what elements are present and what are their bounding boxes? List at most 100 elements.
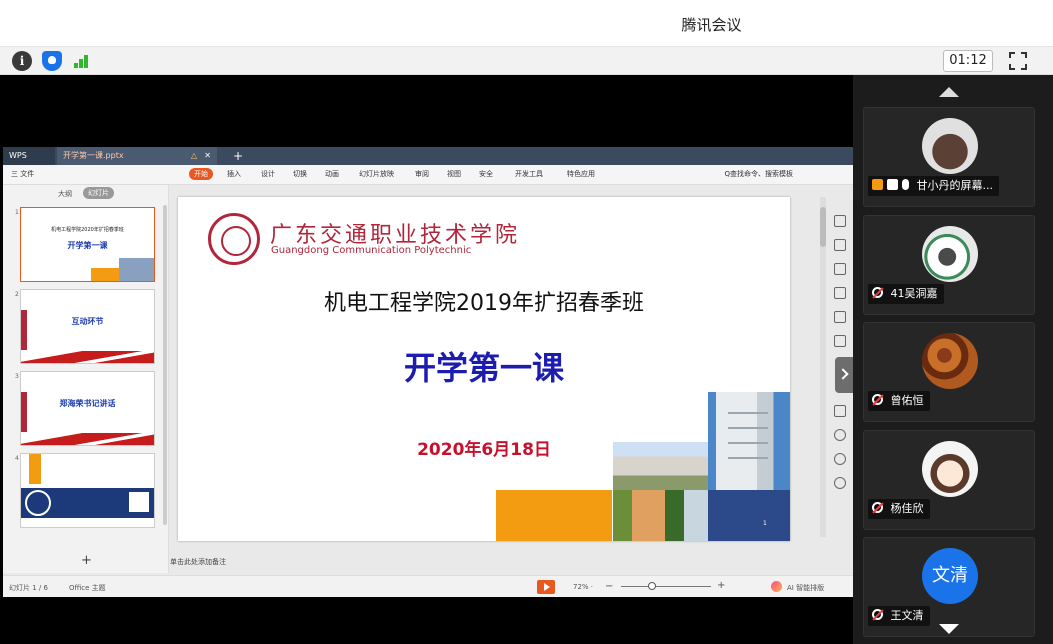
add-slide-button[interactable]: + bbox=[81, 553, 92, 568]
fullscreen-icon[interactable] bbox=[1009, 52, 1027, 70]
info-icon[interactable]: i bbox=[12, 51, 32, 71]
slide-thumb-2[interactable]: 互动环节 bbox=[20, 289, 155, 364]
scroll-down-icon[interactable] bbox=[939, 624, 959, 634]
navy-block bbox=[708, 490, 790, 541]
signal-icon[interactable] bbox=[72, 51, 92, 71]
thumbnail-scrollbar[interactable] bbox=[163, 205, 167, 525]
wps-status-bar: 幻灯片 1 / 6 Office 主题 72% · − + AI 智能排版 bbox=[3, 575, 853, 597]
participant-nametag: 甘小丹的屏幕... bbox=[868, 176, 999, 196]
participant-nametag: 杨佳欣 bbox=[868, 499, 930, 519]
participant-tile[interactable]: 杨佳欣 bbox=[863, 430, 1035, 530]
avatar bbox=[922, 441, 978, 497]
history-icon[interactable] bbox=[834, 453, 846, 465]
meeting-title: 腾讯会议 bbox=[681, 16, 742, 34]
warning-icon: △ bbox=[190, 151, 197, 160]
tab-slides[interactable]: 幻灯片 bbox=[83, 187, 114, 199]
tab-outline[interactable]: 大纲 bbox=[58, 189, 72, 199]
notes-bar[interactable]: 单击此处添加备注 bbox=[170, 557, 820, 573]
mic-muted-icon bbox=[872, 287, 883, 298]
play-slideshow-button[interactable] bbox=[537, 580, 555, 594]
menu-file[interactable]: 三 文件 bbox=[11, 169, 34, 179]
menu-review[interactable]: 审阅 bbox=[415, 169, 429, 179]
participant-tile[interactable]: 甘小丹的屏幕... bbox=[863, 107, 1035, 207]
menu-design[interactable]: 设计 bbox=[261, 169, 275, 179]
shield-icon[interactable] bbox=[42, 51, 62, 71]
close-tab-icon[interactable]: ✕ bbox=[204, 147, 211, 165]
zoom-slider-thumb[interactable] bbox=[648, 582, 656, 590]
ai-layout-button[interactable]: AI 智能排版 bbox=[787, 583, 824, 593]
wps-menu-bar: 三 文件 开始 插入 设计 切换 动画 幻灯片放映 审阅 视图 安全 开发工具 … bbox=[3, 165, 853, 185]
document-tab-label: 开学第一课.pptx bbox=[63, 151, 124, 160]
zoom-out-button[interactable]: − bbox=[605, 581, 613, 592]
zoom-level[interactable]: 72% · bbox=[573, 583, 593, 591]
menu-slideshow[interactable]: 幻灯片放映 bbox=[359, 169, 394, 179]
user-icon bbox=[872, 179, 883, 190]
zoom-slider[interactable] bbox=[621, 586, 711, 587]
command-search[interactable]: Q查找命令、搜索模板 bbox=[724, 169, 793, 179]
slide-title: 开学第一课 bbox=[403, 349, 564, 387]
participant-name: 41吴洞嘉 bbox=[890, 287, 938, 300]
scroll-up-icon[interactable] bbox=[939, 87, 959, 97]
avatar bbox=[922, 118, 978, 174]
menu-home[interactable]: 开始 bbox=[189, 168, 213, 180]
thumb-number: 2 bbox=[15, 291, 19, 298]
layout-icon[interactable] bbox=[834, 287, 846, 299]
participant-tile[interactable]: 41吴洞嘉 bbox=[863, 215, 1035, 315]
collapse-panel-tab[interactable] bbox=[835, 357, 853, 393]
participant-tile[interactable]: 文清 王文清 bbox=[863, 537, 1035, 637]
menu-developer[interactable]: 开发工具 bbox=[515, 169, 543, 179]
participant-name: 杨佳欣 bbox=[890, 502, 924, 515]
meeting-timer: 01:12 bbox=[943, 50, 993, 72]
document-tab[interactable]: 开学第一课.pptx △ ✕ bbox=[57, 147, 217, 165]
wps-app-tab[interactable]: WPS bbox=[3, 147, 55, 165]
menu-insert[interactable]: 插入 bbox=[227, 169, 241, 179]
target-icon[interactable] bbox=[834, 429, 846, 441]
participant-tile[interactable]: 曾佑恒 bbox=[863, 322, 1035, 422]
participant-name: 甘小丹的屏幕... bbox=[916, 179, 994, 192]
participant-nametag: 曾佑恒 bbox=[868, 391, 930, 411]
thumb-title: 郑海荣书记讲话 bbox=[59, 399, 116, 408]
help-icon[interactable] bbox=[834, 477, 846, 489]
right-tool-column bbox=[829, 207, 853, 497]
zoom-in-button[interactable]: + bbox=[717, 580, 725, 591]
avatar bbox=[922, 333, 978, 389]
sound-icon[interactable] bbox=[834, 405, 846, 417]
animation-icon[interactable] bbox=[834, 335, 846, 347]
slide-subtitle: 机电工程学院2019年扩招春季班 bbox=[324, 291, 644, 316]
school-name-en: Guangdong Communication Polytechnic bbox=[271, 245, 472, 256]
participant-nametag: 王文清 bbox=[868, 606, 930, 626]
shape-icon[interactable] bbox=[834, 239, 846, 251]
format-icon[interactable] bbox=[834, 263, 846, 275]
notes-placeholder: 单击此处添加备注 bbox=[170, 558, 226, 566]
menu-transition[interactable]: 切换 bbox=[293, 169, 307, 179]
garden-photo bbox=[613, 490, 708, 541]
thumb-number: 3 bbox=[15, 373, 19, 380]
ai-icon bbox=[771, 581, 782, 592]
slide-thumbnails-panel: 大纲 幻灯片 1 机电工程学院2020年扩招春季班 开学第一课 2 互动环节 3… bbox=[3, 185, 169, 573]
participants-panel: 甘小丹的屏幕... 41吴洞嘉 曾佑恒 杨佳欣 文清 王文清 bbox=[853, 75, 1053, 644]
screen-share-icon bbox=[887, 179, 898, 190]
slide-scrollbar[interactable] bbox=[820, 197, 826, 537]
menu-view[interactable]: 视图 bbox=[447, 169, 461, 179]
thumb-number: 4 bbox=[15, 455, 19, 462]
mic-muted-icon bbox=[872, 394, 883, 405]
wps-tab-bar: WPS 开学第一课.pptx △ ✕ + bbox=[3, 147, 853, 165]
current-slide[interactable]: 广东交通职业技术学院 Guangdong Communication Polyt… bbox=[178, 197, 790, 541]
meeting-toolbar: i 01:12 bbox=[0, 47, 1053, 75]
menu-security[interactable]: 安全 bbox=[479, 169, 493, 179]
favorite-icon[interactable] bbox=[834, 311, 846, 323]
campus-photo bbox=[613, 442, 708, 490]
star-icon[interactable] bbox=[834, 215, 846, 227]
menu-features[interactable]: 特色应用 bbox=[567, 169, 595, 179]
menu-animation[interactable]: 动画 bbox=[325, 169, 339, 179]
participant-nametag: 41吴洞嘉 bbox=[868, 284, 944, 304]
new-tab-button[interactable]: + bbox=[227, 147, 243, 165]
slide-counter: 幻灯片 1 / 6 bbox=[9, 584, 48, 592]
slide-thumb-3[interactable]: 郑海荣书记讲话 bbox=[20, 371, 155, 446]
slide-thumb-4[interactable] bbox=[20, 453, 155, 528]
thumb-title: 开学第一课 bbox=[67, 241, 108, 250]
slide-thumb-1[interactable]: 机电工程学院2020年扩招春季班 开学第一课 bbox=[20, 207, 155, 282]
theme-name[interactable]: Office 主题 bbox=[69, 583, 106, 593]
school-logo bbox=[208, 213, 260, 265]
avatar bbox=[922, 226, 978, 282]
